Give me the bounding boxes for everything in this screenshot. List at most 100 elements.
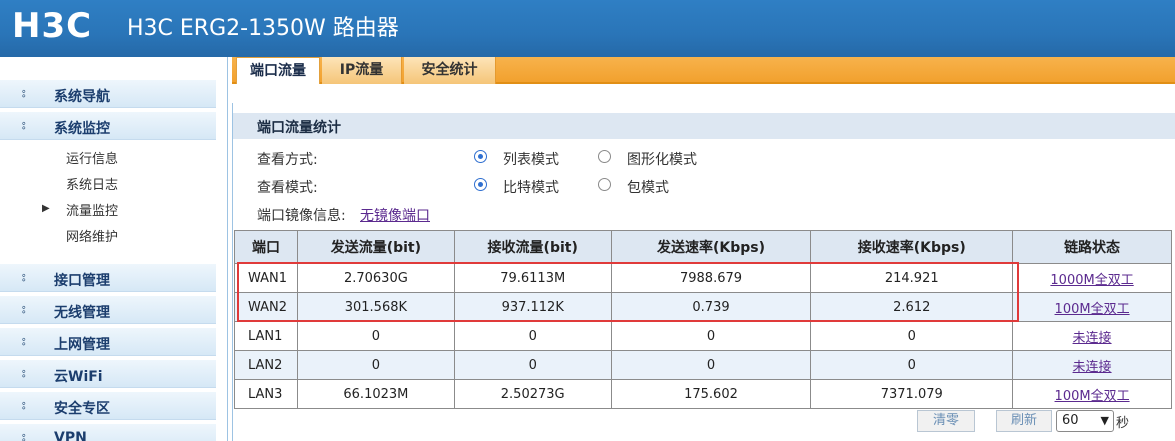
radio-list-mode-label[interactable]: 列表模式 [503,149,559,169]
sidebar-item-wireless-management[interactable]: ⦂ 无线管理 [0,296,216,324]
view-type-label: 查看模式: [257,180,318,196]
table-row: WAN1 2.70630G 79.6113M 7988.679 214.921 … [234,263,1172,293]
cell-rx-rate: 0 [810,350,1014,380]
table-row: LAN1 0 0 0 0 未连接 [234,321,1172,351]
refresh-button[interactable]: 刷新 [996,410,1052,432]
sidebar-item-label: 上网管理 [54,337,110,353]
tab-ip-traffic[interactable]: IP流量 [322,57,402,84]
cell-rx-traffic: 79.6113M [453,263,612,293]
radio-list-mode[interactable] [474,150,487,163]
sidebar-item-vpn[interactable]: ⦂ VPN [0,424,216,441]
cell-link-status: 100M全双工 [1012,292,1172,322]
cell-rx-rate: 0 [810,321,1014,351]
cell-port: WAN1 [234,263,298,293]
sidebar-item-label: VPN [54,430,87,441]
sidebar-subitem-system-log[interactable]: 系统日志 [66,174,118,193]
tab-port-traffic[interactable]: 端口流量 [236,57,320,84]
sidebar-item-interface-management[interactable]: ⦂ 接口管理 [0,264,216,292]
sidebar-item-label: 无线管理 [54,305,110,321]
radio-packet-mode[interactable] [598,178,611,191]
cell-rx-rate: 214.921 [810,263,1014,293]
sidebar-subitem-network-maintenance[interactable]: 网络维护 [66,226,118,245]
cell-link-status: 未连接 [1012,321,1172,351]
collapse-arrow-icon: ⦂ [22,398,26,412]
cell-tx-rate: 0.739 [610,292,812,322]
cell-tx-rate: 0 [610,350,812,380]
cell-port: LAN2 [234,350,298,380]
sidebar-item-cloud-wifi[interactable]: ⦂ 云WiFi [0,360,216,388]
cell-tx-rate: 175.602 [610,379,812,409]
cell-rx-rate: 2.612 [810,292,1014,322]
radio-graph-mode-label[interactable]: 图形化模式 [627,149,697,169]
brand-logo: H3C [12,6,93,46]
tab-security-statistics[interactable]: 安全统计 [404,57,496,84]
sidebar-item-security-zone[interactable]: ⦂ 安全专区 [0,392,216,420]
panel-title-bar: 端口流量统计 [233,113,1175,139]
cell-port: LAN1 [234,321,298,351]
cell-tx-traffic: 301.568K [296,292,455,322]
radio-graph-mode[interactable] [598,150,611,163]
sidebar-item-label: 接口管理 [54,273,110,289]
column-header-port: 端口 [234,230,298,264]
tab-bar: 端口流量 IP流量 安全统计 [232,57,1175,84]
panel-title: 端口流量统计 [257,120,341,136]
expand-arrow-icon: ⦂ [22,118,26,132]
cell-tx-traffic: 2.70630G [296,263,455,293]
cell-tx-traffic: 66.1023M [296,379,455,409]
sidebar-item-label: 系统导航 [54,89,110,105]
link-status-link[interactable]: 100M全双工 [1055,389,1130,404]
sidebar-subitem-run-info[interactable]: 运行信息 [66,148,118,167]
app-header: H3C H3C ERG2-1350W 路由器 [0,0,1175,57]
radio-packet-mode-label[interactable]: 包模式 [627,177,669,197]
cell-rx-traffic: 0 [453,321,612,351]
table-row: WAN2 301.568K 937.112K 0.739 2.612 100M全… [234,292,1172,322]
sidebar-item-label: 系统监控 [54,121,110,137]
column-header-tx-traffic: 发送流量(bit) [296,230,455,264]
cell-rx-traffic: 2.50273G [453,379,612,409]
sidebar-item-internet-management[interactable]: ⦂ 上网管理 [0,328,216,356]
table-row: LAN2 0 0 0 0 未连接 [234,350,1172,380]
mirror-info-label: 端口镜像信息: [257,208,346,224]
radio-bit-mode-label[interactable]: 比特模式 [503,177,559,197]
interval-unit: 秒 [1116,416,1130,431]
cell-rx-rate: 7371.079 [810,379,1014,409]
table-row: LAN3 66.1023M 2.50273G 175.602 7371.079 … [234,379,1172,409]
collapse-arrow-icon: ⦂ [22,86,26,100]
cell-port: WAN2 [234,292,298,322]
view-mode-label: 查看方式: [257,152,318,168]
cell-link-status: 未连接 [1012,350,1172,380]
column-header-link-status: 链路状态 [1012,230,1172,264]
collapse-arrow-icon: ⦂ [22,270,26,284]
refresh-interval-value: 60 [1062,413,1079,428]
port-traffic-table: 端口 发送流量(bit) 接收流量(bit) 发送速率(Kbps) 接收速率(K… [234,230,1172,409]
sidebar-item-label: 云WiFi [54,369,103,385]
radio-bit-mode[interactable] [474,178,487,191]
column-header-rx-rate: 接收速率(Kbps) [810,230,1014,264]
sidebar-item-system-monitor[interactable]: ⦂ 系统监控 [0,112,216,140]
clear-button[interactable]: 清零 [917,410,975,432]
column-header-rx-traffic: 接收流量(bit) [453,230,612,264]
cell-link-status: 100M全双工 [1012,379,1172,409]
cell-tx-traffic: 0 [296,350,455,380]
collapse-arrow-icon: ⦂ [22,302,26,316]
refresh-interval-select[interactable]: 60 ▼ [1056,410,1114,432]
link-status-link[interactable]: 100M全双工 [1055,302,1130,317]
collapse-arrow-icon: ⦂ [22,430,26,441]
cell-tx-rate: 0 [610,321,812,351]
active-pointer-icon: ▶ [42,203,50,214]
collapse-arrow-icon: ⦂ [22,334,26,348]
cell-link-status: 1000M全双工 [1012,263,1172,293]
sidebar-subitem-traffic-monitor[interactable]: 流量监控 [66,200,118,219]
link-status-link[interactable]: 未连接 [1073,360,1112,375]
sidebar-item-label: 安全专区 [54,401,110,417]
sidebar-item-system-navigation[interactable]: ⦂ 系统导航 [0,80,216,108]
cell-rx-traffic: 937.112K [453,292,612,322]
app-root: H3C H3C ERG2-1350W 路由器 ⦂ 系统导航 ⦂ 系统监控 运行信… [0,0,1175,441]
collapse-arrow-icon: ⦂ [22,366,26,380]
link-status-link[interactable]: 未连接 [1073,331,1112,346]
cell-port: LAN3 [234,379,298,409]
sidebar: ⦂ 系统导航 ⦂ 系统监控 运行信息 系统日志 ▶ 流量监控 网络维护 ⦂ 接口… [0,57,228,441]
mirror-port-link[interactable]: 无镜像端口 [360,205,430,225]
column-header-tx-rate: 发送速率(Kbps) [610,230,812,264]
link-status-link[interactable]: 1000M全双工 [1050,273,1133,288]
